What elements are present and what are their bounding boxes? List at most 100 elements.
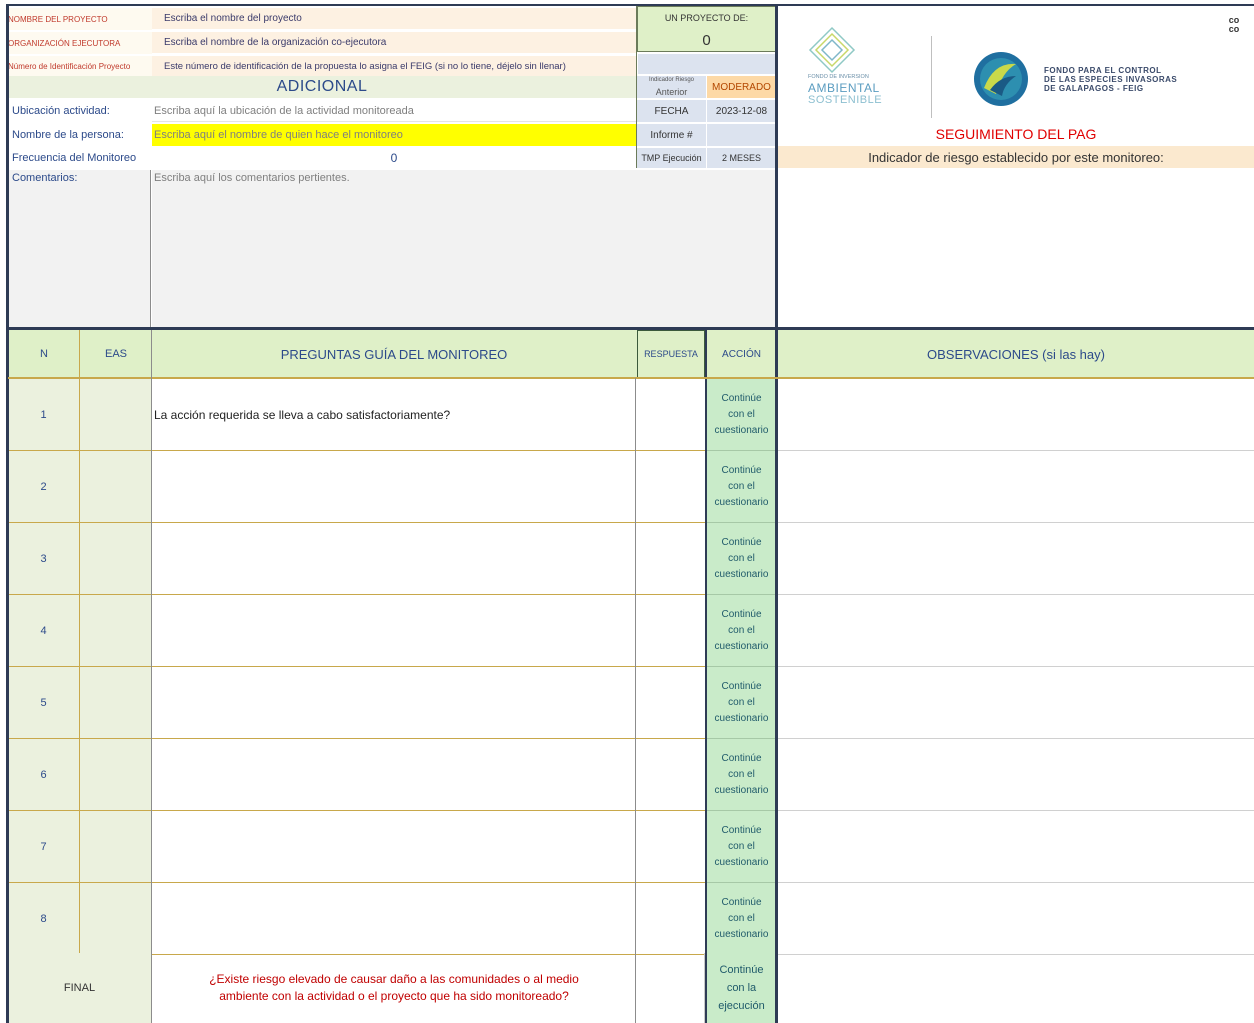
persona-label: Nombre de la persona: bbox=[12, 129, 124, 141]
respuesta-cell[interactable] bbox=[636, 811, 705, 883]
comentarios-text: Escriba aquí los comentarios pertientes. bbox=[154, 172, 350, 184]
table-row: 1 La acción requerida se lleva a cabo sat… bbox=[8, 379, 1254, 451]
eas-cell[interactable] bbox=[80, 595, 151, 667]
logo-divider bbox=[931, 36, 932, 118]
indicador-riesgo-label: Indicador de riesgo establecido por este… bbox=[778, 146, 1254, 168]
eas-cell[interactable] bbox=[80, 379, 151, 451]
feig-line2: DE LAS ESPECIES INVASORAS bbox=[1044, 75, 1178, 84]
organizacion-label: ORGANIZACIÓN EJECUTORA bbox=[8, 32, 152, 54]
fias-line2: AMBIENTAL bbox=[808, 81, 880, 95]
table-row: 2 Continúe con el cuestionario bbox=[8, 451, 1254, 523]
un-proyecto-label: UN PROYECTO DE: bbox=[664, 13, 749, 23]
final-accion: Continúe con la ejecución bbox=[707, 953, 776, 1023]
final-question-line2: ambiente con la actividad o el proyecto … bbox=[219, 989, 569, 1003]
table-row: 8 Continúe con el cuestionario bbox=[8, 883, 1254, 955]
observaciones-cell[interactable] bbox=[778, 667, 1254, 739]
accion-line1: Continúe bbox=[721, 392, 762, 404]
accion-cell: Continúe con el cuestionario bbox=[707, 451, 776, 523]
riesgo-anterior-label-small: Indicador Riesgo bbox=[648, 77, 695, 83]
observaciones-cell[interactable] bbox=[778, 811, 1254, 883]
vline-eas bbox=[79, 330, 80, 953]
row-number: 6 bbox=[8, 739, 79, 811]
observaciones-cell[interactable] bbox=[778, 595, 1254, 667]
table-row: 7 Continúe con el cuestionario bbox=[8, 811, 1254, 883]
comentarios-label-cell: Comentarios: bbox=[8, 170, 151, 328]
identificacion-field[interactable]: Este número de identificación de la prop… bbox=[152, 56, 636, 76]
accion-line2: con el bbox=[728, 552, 755, 564]
respuesta-cell[interactable] bbox=[636, 739, 705, 811]
observaciones-cell[interactable] bbox=[778, 523, 1254, 595]
question-cell bbox=[152, 667, 636, 739]
tmp-label: TMP Ejecución bbox=[637, 148, 706, 168]
final-question: ¿Existe riesgo elevado de causar daño a … bbox=[152, 953, 636, 1023]
feig-logo-icon bbox=[974, 52, 1028, 106]
organizacion-field[interactable]: Escriba el nombre de la organización co-… bbox=[152, 32, 636, 54]
eas-cell[interactable] bbox=[80, 451, 151, 523]
observaciones-cell[interactable] bbox=[778, 451, 1254, 523]
fecha-label: FECHA bbox=[637, 100, 706, 122]
eas-cell[interactable] bbox=[80, 811, 151, 883]
respuesta-cell[interactable] bbox=[636, 523, 705, 595]
row-number: 3 bbox=[8, 523, 79, 595]
comentarios-label: Comentarios: bbox=[12, 172, 78, 184]
final-respuesta-cell[interactable] bbox=[637, 953, 705, 1023]
frecuencia-label: Frecuencia del Monitoreo bbox=[12, 152, 137, 164]
persona-field[interactable]: Escriba aquí el nombre de quien hace el … bbox=[152, 124, 636, 146]
question-cell bbox=[152, 451, 636, 523]
frame-mid-vertical bbox=[775, 4, 778, 1023]
indicador-riesgo-area[interactable] bbox=[778, 170, 1254, 328]
final-label: FINAL bbox=[8, 953, 151, 1023]
accion-line3: cuestionario bbox=[714, 424, 769, 436]
feig-line1: FONDO PARA EL CONTROL bbox=[1044, 66, 1162, 75]
accion-line1: Continúe bbox=[721, 464, 762, 476]
seguimiento-title: SEGUIMIENTO DEL PAG bbox=[935, 126, 1097, 142]
observaciones-cell[interactable] bbox=[778, 739, 1254, 811]
nombre-proyecto-field[interactable]: Escriba el nombre del proyecto bbox=[152, 8, 636, 30]
vline-respuesta bbox=[635, 378, 636, 1023]
eas-cell[interactable] bbox=[80, 523, 151, 595]
vline-preguntas bbox=[151, 330, 152, 1023]
ubicacion-field[interactable]: Escriba aquí la ubicación de la activida… bbox=[152, 100, 636, 122]
riesgo-anterior-label-cell: Indicador Riesgo Anterior bbox=[637, 76, 706, 98]
tmp-value[interactable]: 2 MESES bbox=[707, 148, 776, 168]
fecha-value[interactable]: 2023-12-08 bbox=[707, 100, 776, 122]
respuesta-cell[interactable] bbox=[636, 451, 705, 523]
informe-value[interactable] bbox=[707, 124, 776, 146]
final-accion-line1: Continúe bbox=[719, 964, 764, 976]
accion-line1: Continúe bbox=[721, 896, 762, 908]
accion-cell: Continúe con el cuestionario bbox=[707, 595, 776, 667]
accion-cell: Continúe con el cuestionario bbox=[707, 883, 776, 955]
comentarios-field[interactable]: Escriba aquí los comentarios pertientes. bbox=[152, 170, 776, 328]
un-proyecto-input[interactable] bbox=[637, 53, 776, 75]
respuesta-cell[interactable] bbox=[636, 883, 705, 955]
final-accion-line2: con la bbox=[726, 982, 757, 994]
header-accion: ACCIÓN bbox=[722, 348, 761, 360]
accion-line3: cuestionario bbox=[714, 496, 769, 508]
row-number: 2 bbox=[8, 451, 79, 523]
corner-mark-text: co co bbox=[1228, 15, 1240, 34]
adicional-title: ADICIONAL bbox=[8, 76, 636, 98]
accion-line2: con el bbox=[728, 480, 755, 492]
eas-cell[interactable] bbox=[80, 667, 151, 739]
question-cell bbox=[152, 739, 636, 811]
respuesta-cell[interactable] bbox=[636, 595, 705, 667]
respuesta-cell[interactable] bbox=[636, 667, 705, 739]
logo-panel: FONDO DE INVERSIÓN AMBIENTAL SOSTENIBLE … bbox=[778, 6, 1254, 122]
header-n: N bbox=[40, 348, 48, 360]
row-number: 1 bbox=[8, 379, 79, 451]
observaciones-cell[interactable] bbox=[778, 883, 1254, 955]
header-block: NOMBRE DEL PROYECTO Escriba el nombre de… bbox=[8, 6, 636, 76]
frecuencia-value[interactable]: 0 bbox=[152, 148, 636, 168]
eas-cell[interactable] bbox=[80, 883, 151, 955]
accion-line1: Continúe bbox=[721, 680, 762, 692]
un-proyecto-box: UN PROYECTO DE: 0 bbox=[637, 6, 776, 52]
final-observaciones-cell[interactable] bbox=[778, 953, 1254, 1023]
question-cell: La acción requerida se lleva a cabo sati… bbox=[152, 379, 636, 451]
question-cell bbox=[152, 523, 636, 595]
header-bottom-line bbox=[8, 377, 1254, 379]
eas-cell[interactable] bbox=[80, 739, 151, 811]
table-row: 6 Continúe con el cuestionario bbox=[8, 739, 1254, 811]
observaciones-cell[interactable] bbox=[778, 379, 1254, 451]
accion-line1: Continúe bbox=[721, 608, 762, 620]
respuesta-cell[interactable] bbox=[636, 379, 705, 451]
